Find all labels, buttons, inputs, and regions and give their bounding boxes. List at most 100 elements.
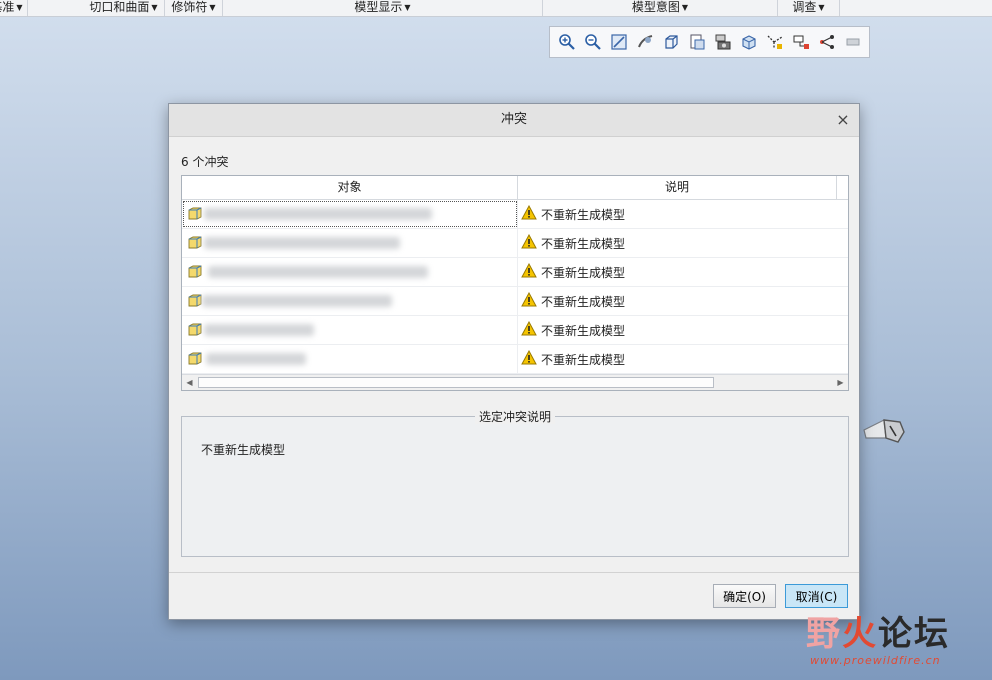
refit-icon[interactable] (607, 31, 630, 54)
conflict-count-label: 6 个冲突 (181, 155, 229, 169)
horizontal-scrollbar[interactable]: ◀ ▶ (182, 374, 848, 390)
table-row[interactable]: 不重新生成模型 (182, 316, 848, 345)
selected-conflict-description-group: 选定冲突说明 不重新生成模型 (181, 410, 849, 557)
table-row[interactable]: 不重新生成模型 (182, 345, 848, 374)
object-cell (182, 316, 518, 344)
feature-display-icon[interactable] (815, 31, 838, 54)
display-style-icon[interactable] (685, 31, 708, 54)
watermark-url: www.proewildfire.cn (810, 654, 941, 667)
warning-icon (521, 233, 537, 252)
more-icon[interactable] (841, 31, 864, 54)
chevron-down-icon: ▼ (404, 3, 411, 12)
column-header-description[interactable]: 说明 (518, 176, 837, 199)
model-fragment-icon (862, 412, 906, 449)
selected-conflict-description: 不重新生成模型 (201, 443, 286, 457)
description-cell: 不重新生成模型 (518, 229, 837, 257)
ribbon-label: 切口和曲面 (89, 0, 150, 14)
warning-icon (521, 262, 537, 281)
watermark-logo: 野火论坛 (806, 606, 950, 655)
description-text: 不重新生成模型 (541, 323, 626, 338)
description-text: 不重新生成模型 (541, 352, 626, 367)
object-cell (182, 200, 518, 228)
description-cell: 不重新生成模型 (518, 345, 837, 373)
zoom-in-icon[interactable] (555, 31, 578, 54)
warning-icon (521, 204, 537, 223)
watermark-char: 野 (806, 614, 842, 654)
chevron-down-icon: ▼ (209, 3, 216, 12)
ribbon-label: 调查 (792, 0, 817, 14)
chevron-down-icon: ▼ (16, 3, 23, 12)
description-text: 不重新生成模型 (541, 294, 626, 309)
chevron-down-icon: ▼ (151, 3, 158, 12)
scroll-right-icon[interactable]: ▶ (833, 375, 848, 390)
description-cell: 不重新生成模型 (518, 258, 837, 286)
graphics-toolbar (549, 26, 870, 58)
ribbon-bar: 基准▼ 切口和曲面▼ 修饰符▼ 模型显示▼ 模型意图▼ 调查▼ (0, 0, 992, 17)
close-icon[interactable]: × (835, 112, 851, 128)
zoom-out-icon[interactable] (581, 31, 604, 54)
orient-icon[interactable] (633, 31, 656, 54)
object-cell (182, 229, 518, 257)
saved-views-icon[interactable] (659, 31, 682, 54)
forum-watermark: 野火论坛 www.proewildfire.cn (806, 596, 986, 676)
ribbon-datum-menu[interactable]: 基准▼ (0, 0, 28, 16)
table-row[interactable]: 不重新生成模型 (182, 258, 848, 287)
ribbon-model-intent-menu[interactable]: 模型意图 ▼ (543, 0, 778, 16)
description-text: 不重新生成模型 (541, 236, 626, 251)
redacted-name (204, 208, 432, 220)
ribbon-modifier-menu[interactable]: 修饰符 ▼ (165, 0, 223, 16)
table-row[interactable]: 不重新生成模型 (182, 229, 848, 258)
redacted-name (204, 324, 314, 336)
conflicts-dialog: 冲突 × 6 个冲突 对象 说明 不重新生成模型 不重新生成模型 不重新生成模型… (168, 103, 860, 620)
group-title: 选定冲突说明 (182, 408, 848, 425)
dialog-footer: 确定(O) 取消(C) (169, 572, 859, 619)
list-header: 对象 说明 (182, 176, 848, 200)
perspective-icon[interactable] (711, 31, 734, 54)
table-row[interactable]: 不重新生成模型 (182, 287, 848, 316)
redacted-name (204, 237, 400, 249)
conflict-list[interactable]: 对象 说明 不重新生成模型 不重新生成模型 不重新生成模型 不重新生成模型 不重… (181, 175, 849, 391)
part-icon (188, 294, 202, 310)
column-header-object[interactable]: 对象 (182, 176, 518, 199)
ribbon-investigate-menu[interactable]: 调查 ▼ (778, 0, 840, 16)
description-cell: 不重新生成模型 (518, 200, 837, 228)
description-cell: 不重新生成模型 (518, 316, 837, 344)
chevron-down-icon: ▼ (681, 3, 689, 12)
description-text: 不重新生成模型 (541, 207, 626, 222)
spin-center-icon[interactable] (737, 31, 760, 54)
scroll-left-icon[interactable]: ◀ (182, 375, 197, 390)
description-text: 不重新生成模型 (541, 265, 626, 280)
ribbon-label: 模型显示 (354, 0, 403, 14)
part-icon (188, 236, 202, 252)
watermark-char: 火 (842, 614, 878, 654)
part-icon (188, 207, 202, 223)
ok-button[interactable]: 确定(O) (713, 584, 776, 608)
redacted-name (202, 295, 392, 307)
watermark-char: 论坛 (878, 614, 950, 654)
ribbon-label: 模型意图 (631, 0, 680, 14)
warning-icon (521, 349, 537, 368)
table-row[interactable]: 不重新生成模型 (182, 200, 848, 229)
group-title-text: 选定冲突说明 (474, 410, 555, 424)
part-icon (188, 265, 202, 281)
warning-icon (521, 291, 537, 310)
warning-icon (521, 320, 537, 339)
description-cell: 不重新生成模型 (518, 287, 837, 315)
dialog-titlebar[interactable]: 冲突 × (169, 104, 859, 137)
part-icon (188, 323, 202, 339)
object-cell (182, 345, 518, 373)
annotation-display-icon[interactable] (789, 31, 812, 54)
ribbon-model-display-menu[interactable]: 模型显示 ▼ (223, 0, 543, 16)
scrollbar-thumb[interactable] (198, 377, 714, 388)
object-cell (182, 258, 518, 286)
ribbon-label: 基准 (0, 0, 15, 14)
redacted-name (208, 266, 428, 278)
chevron-down-icon: ▼ (818, 3, 825, 12)
redacted-name (206, 353, 306, 365)
object-cell (182, 287, 518, 315)
part-icon (188, 352, 202, 368)
ribbon-cut-surface-menu[interactable]: 切口和曲面 ▼ (83, 0, 165, 16)
datum-display-icon[interactable] (763, 31, 786, 54)
ribbon-label: 修饰符 (171, 0, 208, 14)
dialog-title: 冲突 (500, 112, 527, 127)
